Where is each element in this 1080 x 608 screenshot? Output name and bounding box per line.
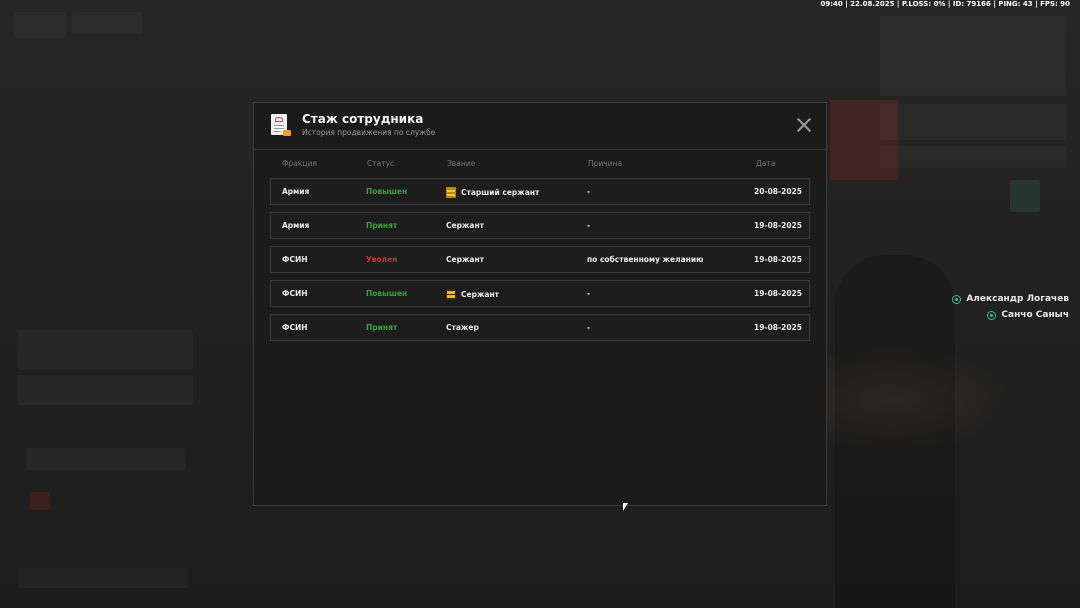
cell-rank: Сержант: [446, 221, 484, 231]
background-hud-slots: [26, 448, 186, 470]
table-row: ФСИН Принят Стажер - 19-08-2025: [270, 314, 810, 341]
cell-faction: ФСИН: [282, 289, 308, 298]
table-header: Фракция Статус Звание Причина Дата: [271, 159, 810, 169]
cell-status: Уволен: [366, 255, 398, 264]
modal-subtitle: История продвижения по службе: [302, 128, 436, 137]
rank-insignia-icon: [446, 187, 456, 198]
column-header-status: Статус: [367, 159, 395, 168]
background-hud-quest: [880, 104, 1066, 140]
cell-faction: Армия: [282, 221, 310, 230]
cell-reason: по собственному желанию: [587, 255, 704, 264]
cell-rank-label: Сержант: [446, 255, 485, 264]
voice-chat-item: Санчо Саныч: [952, 307, 1069, 323]
document-icon: [271, 114, 291, 136]
cell-date: 19-08-2025: [754, 221, 802, 230]
cell-status: Принят: [366, 323, 398, 332]
cell-rank: Сержант: [446, 289, 499, 300]
modal-title: Стаж сотрудника: [302, 112, 424, 126]
cell-date: 19-08-2025: [754, 323, 802, 332]
cell-status: Повышен: [366, 187, 408, 196]
voice-chat-player-name: Санчо Саныч: [1001, 310, 1069, 320]
cell-rank-label: Сержант: [461, 289, 500, 299]
cell-reason: -: [587, 323, 591, 332]
background-character-silhouette: [835, 255, 955, 608]
cell-rank-label: Стажер: [446, 323, 479, 332]
column-header-faction: Фракция: [282, 159, 317, 168]
table-row: Армия Повышен Старший сержант - 20-08-20…: [270, 178, 810, 205]
cell-reason: -: [587, 289, 591, 298]
cell-faction: Армия: [282, 187, 310, 196]
cell-date: 19-08-2025: [754, 255, 802, 264]
background-hud-tab: [72, 12, 142, 34]
table-row: ФСИН Уволен Сержант по собственному жела…: [270, 246, 810, 273]
background-hud-inventory: [18, 375, 193, 405]
cell-status: Повышен: [366, 289, 408, 298]
cell-status: Принят: [366, 221, 398, 230]
cell-reason: -: [587, 221, 591, 230]
cell-faction: ФСИН: [282, 255, 308, 264]
speaker-icon: [952, 294, 962, 304]
column-header-date: Дата: [756, 159, 776, 168]
background-hud-indicator: [1010, 180, 1040, 212]
cell-rank-label: Сержант: [446, 221, 485, 230]
background-hud-marker: [30, 492, 50, 510]
mouse-cursor-icon: [623, 503, 628, 511]
voice-chat-player-name: Александр Логачев: [966, 294, 1069, 304]
column-header-reason: Причина: [588, 159, 623, 168]
background-hud-bottom: [18, 568, 188, 588]
cell-reason: -: [587, 187, 591, 196]
cell-date: 19-08-2025: [754, 289, 802, 298]
service-history-modal: Стаж сотрудника История продвижения по с…: [253, 102, 827, 506]
background-hud-panel-left: [18, 330, 193, 370]
speaker-icon: [987, 310, 997, 320]
background-hud-logo: [14, 12, 66, 38]
hud-status-bar: 09:40 | 22.08.2025 | P.LOSS: 0% | ID: 79…: [820, 0, 1070, 8]
background-hud-money: [880, 16, 1066, 96]
cell-rank: Стажер: [446, 323, 479, 333]
cell-faction: ФСИН: [282, 323, 308, 332]
table-row: Армия Принят Сержант - 19-08-2025: [270, 212, 810, 239]
voice-chat-list: Александр Логачев Санчо Саныч: [952, 291, 1069, 323]
voice-chat-item: Александр Логачев: [952, 291, 1069, 307]
cell-rank: Старший сержант: [446, 187, 539, 198]
column-header-rank: Звание: [447, 159, 476, 168]
rank-insignia-icon: [446, 289, 456, 300]
close-icon[interactable]: [796, 117, 812, 133]
cell-date: 20-08-2025: [754, 187, 802, 196]
modal-header: Стаж сотрудника История продвижения по с…: [254, 103, 826, 150]
cell-rank-label: Старший сержант: [461, 187, 540, 197]
table-row: ФСИН Повышен Сержант - 19-08-2025: [270, 280, 810, 307]
background-hud-quest-2: [880, 146, 1066, 168]
cell-rank: Сержант: [446, 255, 484, 265]
